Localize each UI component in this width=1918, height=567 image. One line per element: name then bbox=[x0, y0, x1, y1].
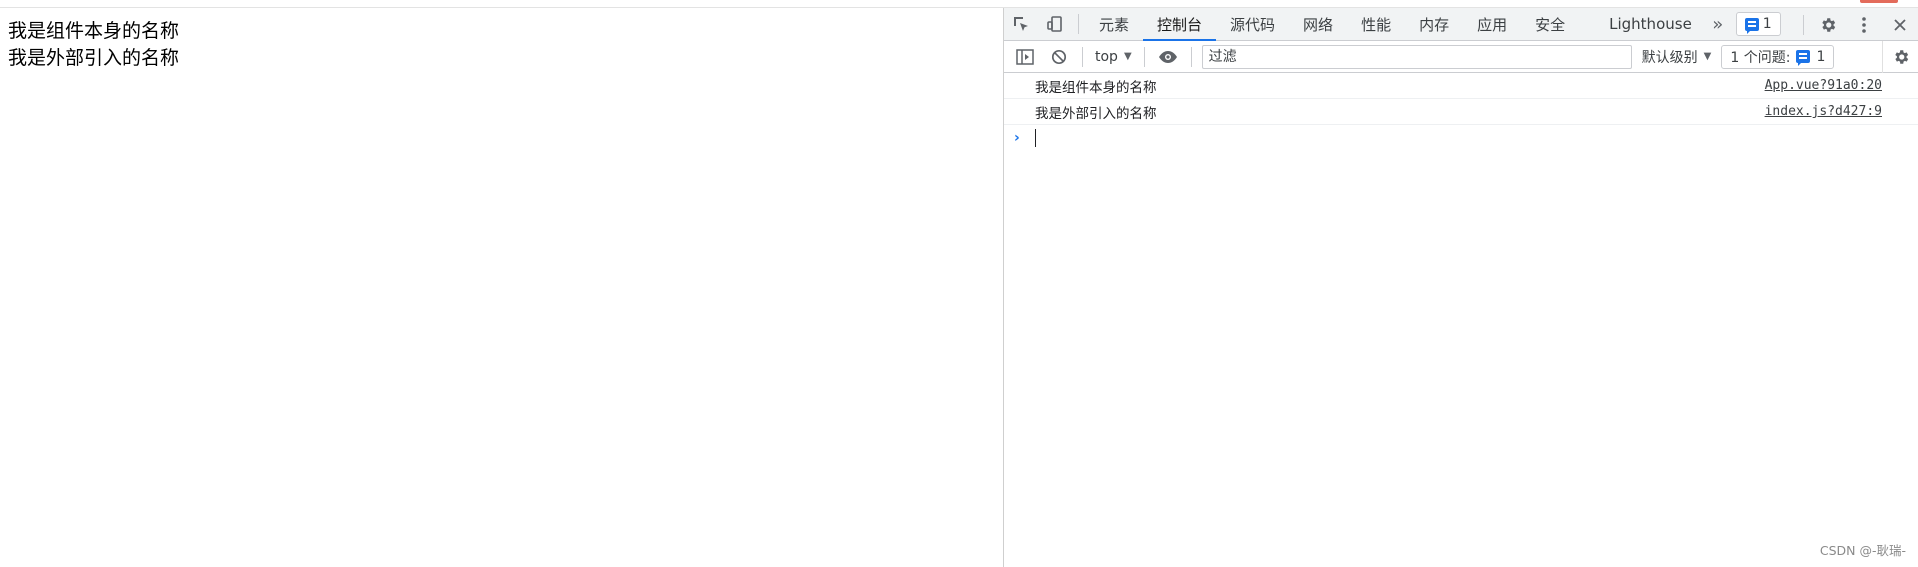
caret-down-icon: ▼ bbox=[1703, 51, 1712, 62]
page-viewport: 我是组件本身的名称 我是外部引入的名称 bbox=[0, 8, 1003, 567]
device-toolbar-icon[interactable] bbox=[1038, 8, 1072, 41]
toolbar-separator bbox=[1082, 46, 1083, 67]
issues-count-button[interactable]: 1 个问题: 1 bbox=[1721, 44, 1835, 69]
tabbar-separator-right bbox=[1803, 14, 1804, 35]
tab-elements[interactable]: 元素 bbox=[1085, 8, 1143, 41]
toolbar-separator bbox=[1143, 46, 1145, 67]
console-message-source-link[interactable]: App.vue?91a0:20 bbox=[1765, 78, 1882, 93]
console-message-source-link[interactable]: index.js?d427:9 bbox=[1765, 104, 1882, 119]
devtools-panel: 元素 控制台 源代码 网络 性能 内存 应用 安全 Lighthouse » 1 bbox=[1003, 8, 1918, 567]
filter-input[interactable] bbox=[1201, 44, 1632, 69]
window-accent-tab bbox=[1860, 0, 1898, 3]
page-text-component-name: 我是组件本身的名称 bbox=[8, 20, 180, 42]
tab-security[interactable]: 安全 bbox=[1521, 8, 1579, 41]
issues-badge-count: 1 bbox=[1762, 16, 1772, 32]
context-value: top bbox=[1095, 48, 1118, 65]
kebab-menu-icon[interactable] bbox=[1846, 8, 1882, 41]
console-prompt[interactable]: › bbox=[1004, 125, 1918, 151]
issue-message-icon bbox=[1796, 50, 1811, 66]
tab-performance[interactable]: 性能 bbox=[1347, 8, 1405, 41]
text-cursor bbox=[1035, 129, 1036, 147]
tab-application[interactable]: 应用 bbox=[1463, 8, 1521, 41]
gear-icon[interactable] bbox=[1810, 8, 1846, 41]
tab-lighthouse[interactable]: Lighthouse bbox=[1579, 8, 1704, 41]
page-text-external-name: 我是外部引入的名称 bbox=[8, 47, 180, 69]
clear-console-icon[interactable] bbox=[1042, 40, 1076, 73]
log-levels-label: 默认级别 bbox=[1641, 49, 1698, 66]
console-message: 我是组件本身的名称 App.vue?91a0:20 bbox=[1004, 73, 1918, 99]
console-toolbar: top ▼ 默认级别 ▼ 1 个问题: 1 bbox=[1004, 41, 1918, 73]
console-message-text: 我是外部引入的名称 bbox=[1035, 105, 1157, 122]
console-message: 我是外部引入的名称 index.js?d427:9 bbox=[1004, 99, 1918, 125]
tab-sources[interactable]: 源代码 bbox=[1216, 8, 1289, 41]
tabbar-separator bbox=[1078, 14, 1079, 34]
chevron-right-icon: › bbox=[1014, 130, 1020, 146]
tabbar-right-icons bbox=[1797, 8, 1918, 41]
toolbar-separator bbox=[1190, 46, 1192, 67]
close-icon[interactable] bbox=[1882, 8, 1918, 41]
log-levels-dropdown[interactable]: 默认级别 ▼ bbox=[1632, 41, 1722, 73]
tab-memory[interactable]: 内存 bbox=[1405, 8, 1463, 41]
double-chevron-right-icon[interactable]: » bbox=[1704, 14, 1732, 35]
issues-count-value: 1 bbox=[1816, 48, 1826, 65]
eye-icon[interactable] bbox=[1151, 40, 1185, 73]
inspect-element-icon[interactable] bbox=[1004, 8, 1038, 41]
tab-network[interactable]: 网络 bbox=[1289, 8, 1347, 41]
console-message-text: 我是组件本身的名称 bbox=[1035, 79, 1157, 96]
gear-icon[interactable] bbox=[1882, 41, 1918, 73]
console-output: 我是组件本身的名称 App.vue?91a0:20 我是外部引入的名称 inde… bbox=[1004, 73, 1918, 151]
devtools-tabbar: 元素 控制台 源代码 网络 性能 内存 应用 安全 Lighthouse » 1 bbox=[1004, 8, 1918, 42]
issues-badge-button[interactable]: 1 bbox=[1735, 12, 1781, 36]
issue-message-icon bbox=[1744, 17, 1759, 34]
context-selector[interactable]: top ▼ bbox=[1089, 41, 1138, 73]
caret-down-icon: ▼ bbox=[1123, 51, 1132, 62]
tab-console[interactable]: 控制台 bbox=[1143, 8, 1217, 42]
issues-count-label: 1 个问题: bbox=[1730, 49, 1791, 66]
sidebar-toggle-icon[interactable] bbox=[1008, 40, 1042, 73]
watermark: CSDN @-耿瑞- bbox=[1819, 543, 1906, 558]
